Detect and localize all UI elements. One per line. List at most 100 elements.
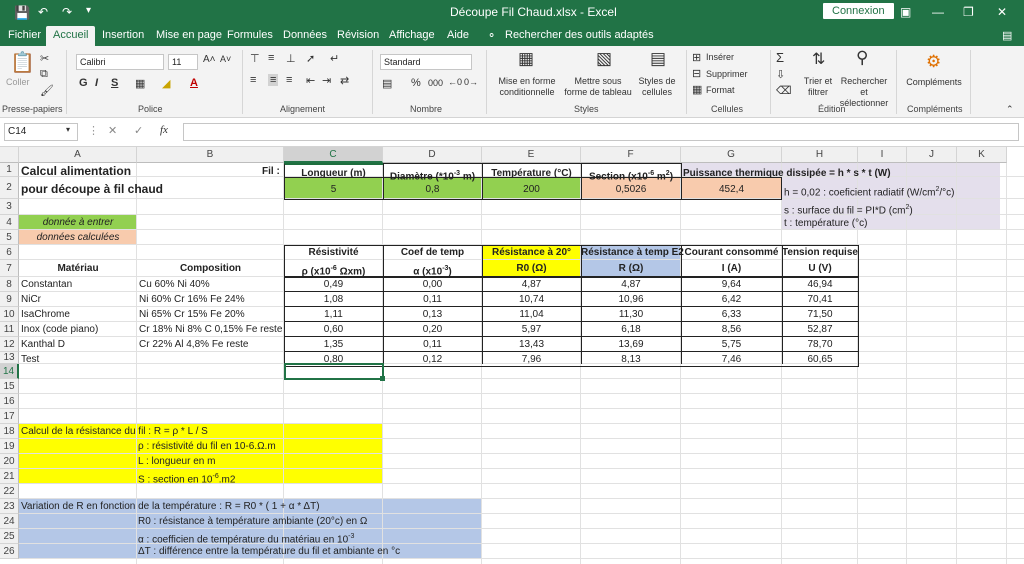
row-header-8[interactable]: 8 (0, 277, 19, 292)
select-all-corner[interactable] (0, 147, 19, 163)
insert-button[interactable]: Insérer (706, 52, 734, 63)
row-header-2[interactable]: 2 (0, 177, 19, 199)
name-box-dropdown-icon[interactable]: ▾ (66, 125, 70, 134)
row-header-17[interactable]: 17 (0, 409, 19, 424)
length-value[interactable]: 5 (284, 182, 383, 197)
row-header-15[interactable]: 15 (0, 379, 19, 394)
row-header-26[interactable]: 26 (0, 544, 19, 559)
row-header-16[interactable]: 16 (0, 394, 19, 409)
row-header-10[interactable]: 10 (0, 307, 19, 322)
thousands-button[interactable]: 000 (428, 78, 443, 88)
current-cell[interactable]: 6,33 (681, 307, 782, 322)
current-cell[interactable]: 9,64 (681, 277, 782, 292)
find-select-icon[interactable]: ⚲ (856, 48, 868, 68)
row-header-22[interactable]: 22 (0, 484, 19, 499)
voltage-cell[interactable]: 60,65 (782, 352, 858, 367)
cell-styles-button[interactable]: Styles de cellules (636, 76, 678, 98)
increase-font-icon[interactable]: A˄ (203, 54, 216, 65)
format-button[interactable]: Format (706, 85, 735, 96)
align-right-icon[interactable]: ≡ (286, 74, 292, 86)
formula-input[interactable] (183, 123, 1019, 141)
merge-center-icon[interactable]: ⇄ (340, 74, 349, 87)
resistivity-cell[interactable]: 1,11 (284, 307, 383, 322)
paste-icon[interactable]: 📋 (10, 50, 35, 75)
r-cell[interactable]: 8,13 (581, 352, 681, 367)
current-cell[interactable]: 5,75 (681, 337, 782, 352)
row-header-9[interactable]: 9 (0, 292, 19, 307)
r-cell[interactable]: 11,30 (581, 307, 681, 322)
resistivity-cell[interactable]: 1,08 (284, 292, 383, 307)
column-header-i[interactable]: I (858, 147, 907, 163)
row-header-1[interactable]: 1 (0, 163, 19, 177)
composition-cell[interactable]: Ni 65% Cr 15% Fe 20% (139, 307, 245, 322)
tab-aide[interactable]: Aide (440, 27, 476, 46)
row-header-18[interactable]: 18 (0, 424, 19, 439)
insert-icon[interactable]: ⊞ (692, 51, 701, 64)
orientation-icon[interactable]: ➚ (306, 52, 315, 65)
search-tools[interactable]: Rechercher des outils adaptés (498, 27, 661, 46)
redo-icon[interactable]: ↷ (62, 5, 72, 19)
row-header-20[interactable]: 20 (0, 454, 19, 469)
current-cell[interactable]: 6,42 (681, 292, 782, 307)
save-icon[interactable]: 💾 (14, 5, 30, 21)
column-header-g[interactable]: G (681, 147, 782, 163)
fill-handle[interactable] (380, 376, 385, 381)
row-header-3[interactable]: 3 (0, 199, 19, 215)
material-cell[interactable]: NiCr (21, 292, 41, 307)
r0-cell[interactable]: 5,97 (482, 322, 581, 337)
column-header-c[interactable]: C (284, 147, 383, 163)
resistivity-cell[interactable]: 0,49 (284, 277, 383, 292)
temperature-value[interactable]: 200 (482, 182, 581, 197)
row-header-5[interactable]: 5 (0, 230, 19, 245)
temp-coef-cell[interactable]: 0,00 (383, 277, 482, 292)
sort-filter-button[interactable]: Trier et filtrer (800, 76, 836, 98)
current-cell[interactable]: 8,56 (681, 322, 782, 337)
tab-affichage[interactable]: Affichage (382, 27, 442, 46)
tab-donnees[interactable]: Données (276, 27, 334, 46)
conditional-format-button[interactable]: Mise en forme conditionnelle (494, 76, 560, 98)
restore-icon[interactable]: ❐ (963, 5, 974, 19)
column-header-j[interactable]: J (907, 147, 957, 163)
composition-cell[interactable]: Cu 60% Ni 40% (139, 277, 210, 292)
align-center-icon[interactable]: ≡ (268, 74, 279, 86)
paste-button[interactable]: Coller (6, 77, 30, 88)
row-header-14[interactable]: 14 (0, 364, 19, 379)
column-header-e[interactable]: E (482, 147, 581, 163)
insert-function-button[interactable]: fx (160, 124, 168, 136)
temp-coef-cell[interactable]: 0,11 (383, 337, 482, 352)
row-header-13[interactable]: 13 (0, 352, 19, 364)
copy-icon[interactable]: ⧉ (40, 68, 48, 81)
temp-coef-cell[interactable]: 0,13 (383, 307, 482, 322)
font-color-button[interactable]: A (190, 77, 198, 89)
tab-insertion[interactable]: Insertion (95, 27, 151, 46)
italic-button[interactable]: I (95, 77, 98, 89)
autosum-icon[interactable]: Σ (776, 50, 784, 65)
connect-button[interactable]: Connexion (823, 3, 894, 19)
column-header-k[interactable]: K (957, 147, 1007, 163)
resistivity-cell[interactable]: 1,35 (284, 337, 383, 352)
voltage-cell[interactable]: 52,87 (782, 322, 858, 337)
row-header-23[interactable]: 23 (0, 499, 19, 514)
r0-cell[interactable]: 4,87 (482, 277, 581, 292)
enter-icon[interactable]: ✓ (134, 124, 143, 137)
tab-accueil[interactable]: Accueil (46, 26, 96, 46)
increase-indent-icon[interactable]: ⇥ (322, 74, 331, 87)
align-bottom-icon[interactable]: ⊥ (286, 52, 296, 65)
r-cell[interactable]: 10,96 (581, 292, 681, 307)
material-cell[interactable]: IsaChrome (21, 307, 70, 322)
material-cell[interactable]: Test (21, 352, 39, 367)
voltage-cell[interactable]: 71,50 (782, 307, 858, 322)
format-painter-icon[interactable]: 🖌 (40, 84, 54, 97)
cancel-icon[interactable]: ✕ (108, 124, 117, 137)
currency-icon[interactable]: ▤ (382, 77, 392, 90)
current-cell[interactable]: 7,46 (681, 352, 782, 367)
voltage-cell[interactable]: 78,70 (782, 337, 858, 352)
decrease-indent-icon[interactable]: ⇤ (306, 74, 315, 87)
r0-cell[interactable]: 7,96 (482, 352, 581, 367)
delete-icon[interactable]: ⊟ (692, 67, 701, 80)
voltage-cell[interactable]: 70,41 (782, 292, 858, 307)
font-size-box[interactable]: 11 (168, 54, 198, 70)
column-header-b[interactable]: B (137, 147, 284, 163)
r-cell[interactable]: 4,87 (581, 277, 681, 292)
delete-button[interactable]: Supprimer (706, 69, 748, 80)
